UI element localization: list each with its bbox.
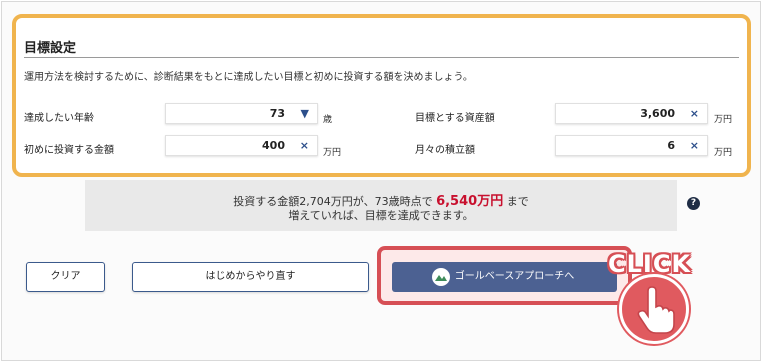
- target-asset-unit: 万円: [714, 115, 733, 125]
- target-age-select[interactable]: 73 ▼: [165, 103, 318, 124]
- monthly-contribution-input[interactable]: 6 ×: [555, 135, 708, 156]
- clear-icon[interactable]: ×: [690, 104, 699, 124]
- target-age-unit: 歳: [323, 115, 333, 125]
- initial-investment-input[interactable]: 400 ×: [165, 135, 318, 156]
- target-age-label: 達成したい年齢: [24, 113, 94, 124]
- goal-based-approach-button[interactable]: ゴールベースアプローチへ: [392, 262, 617, 292]
- monthly-contribution-value: 6: [667, 139, 675, 152]
- result-line-2: 増えていれば、目標を達成できます。: [288, 209, 474, 222]
- mountain-icon: [432, 268, 450, 286]
- restart-button[interactable]: はじめからやり直す: [132, 262, 369, 292]
- result-summary: 投資する金額2,704万円が、73歳時点で 6,540万円 まで 増えていれば、…: [85, 180, 677, 231]
- tap-hand-icon: [619, 274, 689, 344]
- monthly-contribution-unit: 万円: [714, 148, 733, 158]
- initial-investment-label: 初めに投資する金額: [24, 145, 114, 156]
- help-icon[interactable]: ?: [687, 197, 700, 210]
- target-asset-input[interactable]: 3,600 ×: [555, 103, 708, 124]
- clear-icon[interactable]: ×: [300, 136, 309, 156]
- chevron-down-icon[interactable]: ▼: [301, 104, 309, 124]
- target-age-value: 73: [269, 107, 285, 120]
- clear-icon[interactable]: ×: [690, 136, 699, 156]
- initial-investment-unit: 万円: [323, 148, 342, 158]
- goal-based-approach-label: ゴールベースアプローチへ: [454, 271, 575, 282]
- target-asset-value: 3,600: [640, 107, 675, 120]
- panel-title: 目標設定: [24, 41, 77, 56]
- initial-investment-value: 400: [262, 139, 285, 152]
- panel-description: 運用方法を検討するために、診断結果をもとに達成したい目標と初めに投資する額を決め…: [24, 72, 473, 83]
- monthly-contribution-label: 月々の積立額: [415, 145, 475, 156]
- target-asset-label: 目標とする資産額: [415, 113, 495, 124]
- title-divider: [24, 57, 739, 58]
- clear-button[interactable]: クリア: [26, 262, 105, 292]
